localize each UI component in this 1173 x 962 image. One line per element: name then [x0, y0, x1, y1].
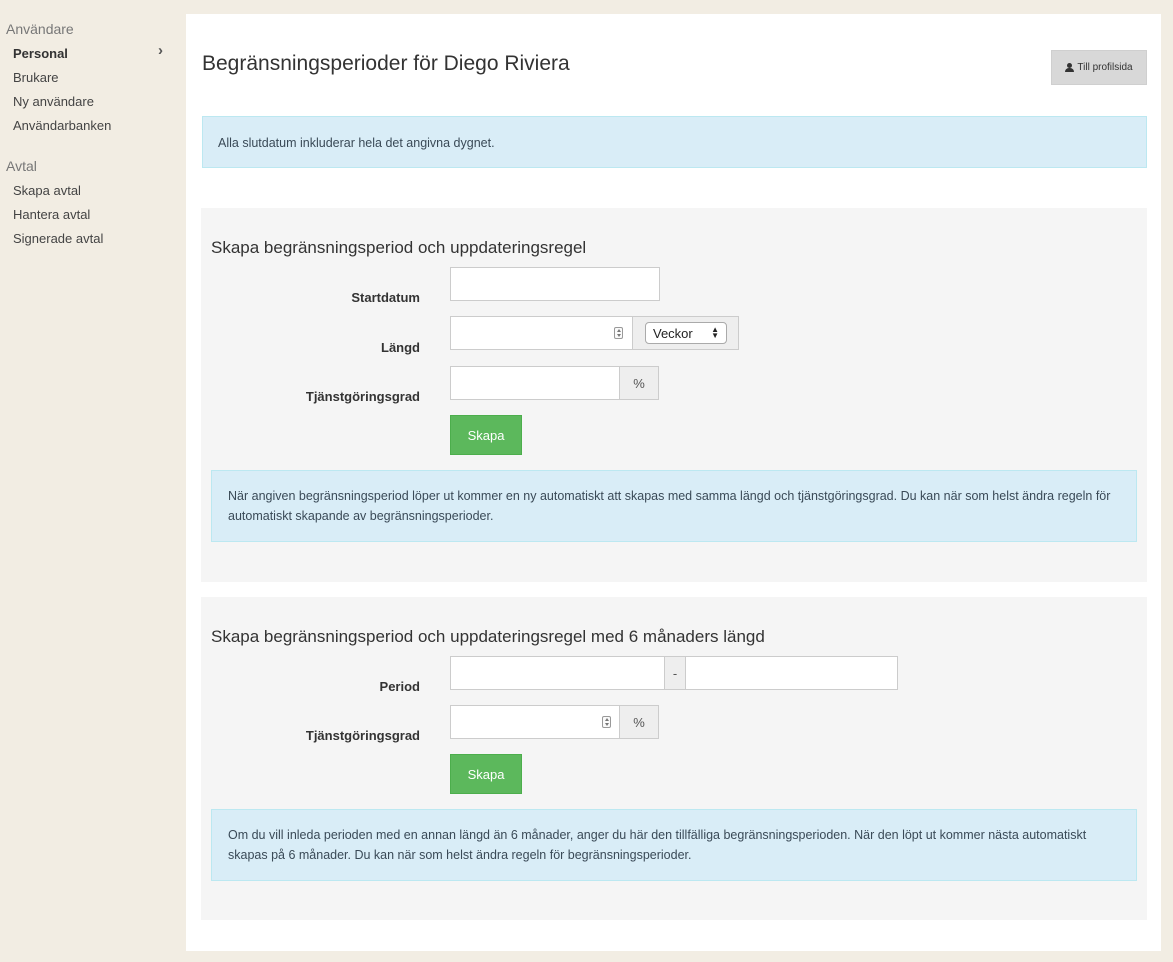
info-alert: Om du vill inleda perioden med en annan … [211, 809, 1137, 881]
degree-label: Tjänstgöringsgrad [305, 728, 420, 743]
info-alert: När angiven begränsningsperiod löper ut … [211, 470, 1137, 542]
user-icon [1065, 63, 1075, 72]
sidebar-group-title-anvandare: Användare [6, 21, 74, 37]
sidebar-item-skapa-avtal[interactable]: Skapa avtal [13, 183, 81, 198]
profile-button-label: Till profilsida [1077, 62, 1133, 73]
degree-input[interactable] [450, 705, 620, 739]
period-to-input[interactable] [685, 656, 898, 690]
length-input[interactable] [450, 316, 633, 350]
chevron-right-icon: › [158, 42, 163, 59]
period-from-input[interactable] [450, 656, 665, 690]
section-title: Skapa begränsningsperiod och uppdatering… [211, 627, 765, 646]
sidebar-item-anvandarbanken[interactable]: Användarbanken [13, 118, 111, 133]
length-label: Längd [381, 340, 420, 355]
period-separator: - [664, 656, 686, 690]
create-button[interactable]: Skapa [450, 754, 522, 794]
unit-select-value: Veckor [653, 325, 693, 341]
page-title: Begränsningsperioder för Diego Riviera [202, 52, 570, 75]
main-panel: Begränsningsperioder för Diego Riviera T… [186, 14, 1161, 951]
section-title: Skapa begränsningsperiod och uppdatering… [211, 238, 587, 257]
section-create-period: Skapa begränsningsperiod och uppdatering… [201, 208, 1147, 582]
sidebar-item-personal[interactable]: Personal [13, 46, 68, 61]
sidebar-item-signerade-avtal[interactable]: Signerade avtal [13, 231, 103, 246]
sidebar-item-brukare[interactable]: Brukare [13, 70, 59, 85]
sidebar-item-ny-anvandare[interactable]: Ny användare [13, 94, 94, 109]
percent-addon: % [619, 705, 659, 739]
degree-input[interactable] [450, 366, 620, 400]
percent-addon: % [619, 366, 659, 400]
period-label: Period [379, 679, 420, 694]
unit-select[interactable]: Veckor ▲ ▼ [645, 322, 727, 344]
select-arrows-icon: ▲ ▼ [711, 325, 719, 340]
stepper-icon[interactable] [614, 327, 623, 339]
section-create-period-6-months: Skapa begränsningsperiod och uppdatering… [201, 597, 1147, 920]
start-date-input[interactable] [450, 267, 660, 301]
start-date-label: Startdatum [351, 290, 420, 305]
profile-button[interactable]: Till profilsida [1051, 50, 1147, 85]
info-alert-top: Alla slutdatum inkluderar hela det angiv… [202, 116, 1147, 168]
sidebar-item-hantera-avtal[interactable]: Hantera avtal [13, 207, 90, 222]
create-button[interactable]: Skapa [450, 415, 522, 455]
sidebar-group-title-avtal: Avtal [6, 158, 37, 174]
degree-label: Tjänstgöringsgrad [305, 389, 420, 404]
unit-addon: Veckor ▲ ▼ [632, 316, 739, 350]
stepper-icon[interactable] [602, 716, 611, 728]
